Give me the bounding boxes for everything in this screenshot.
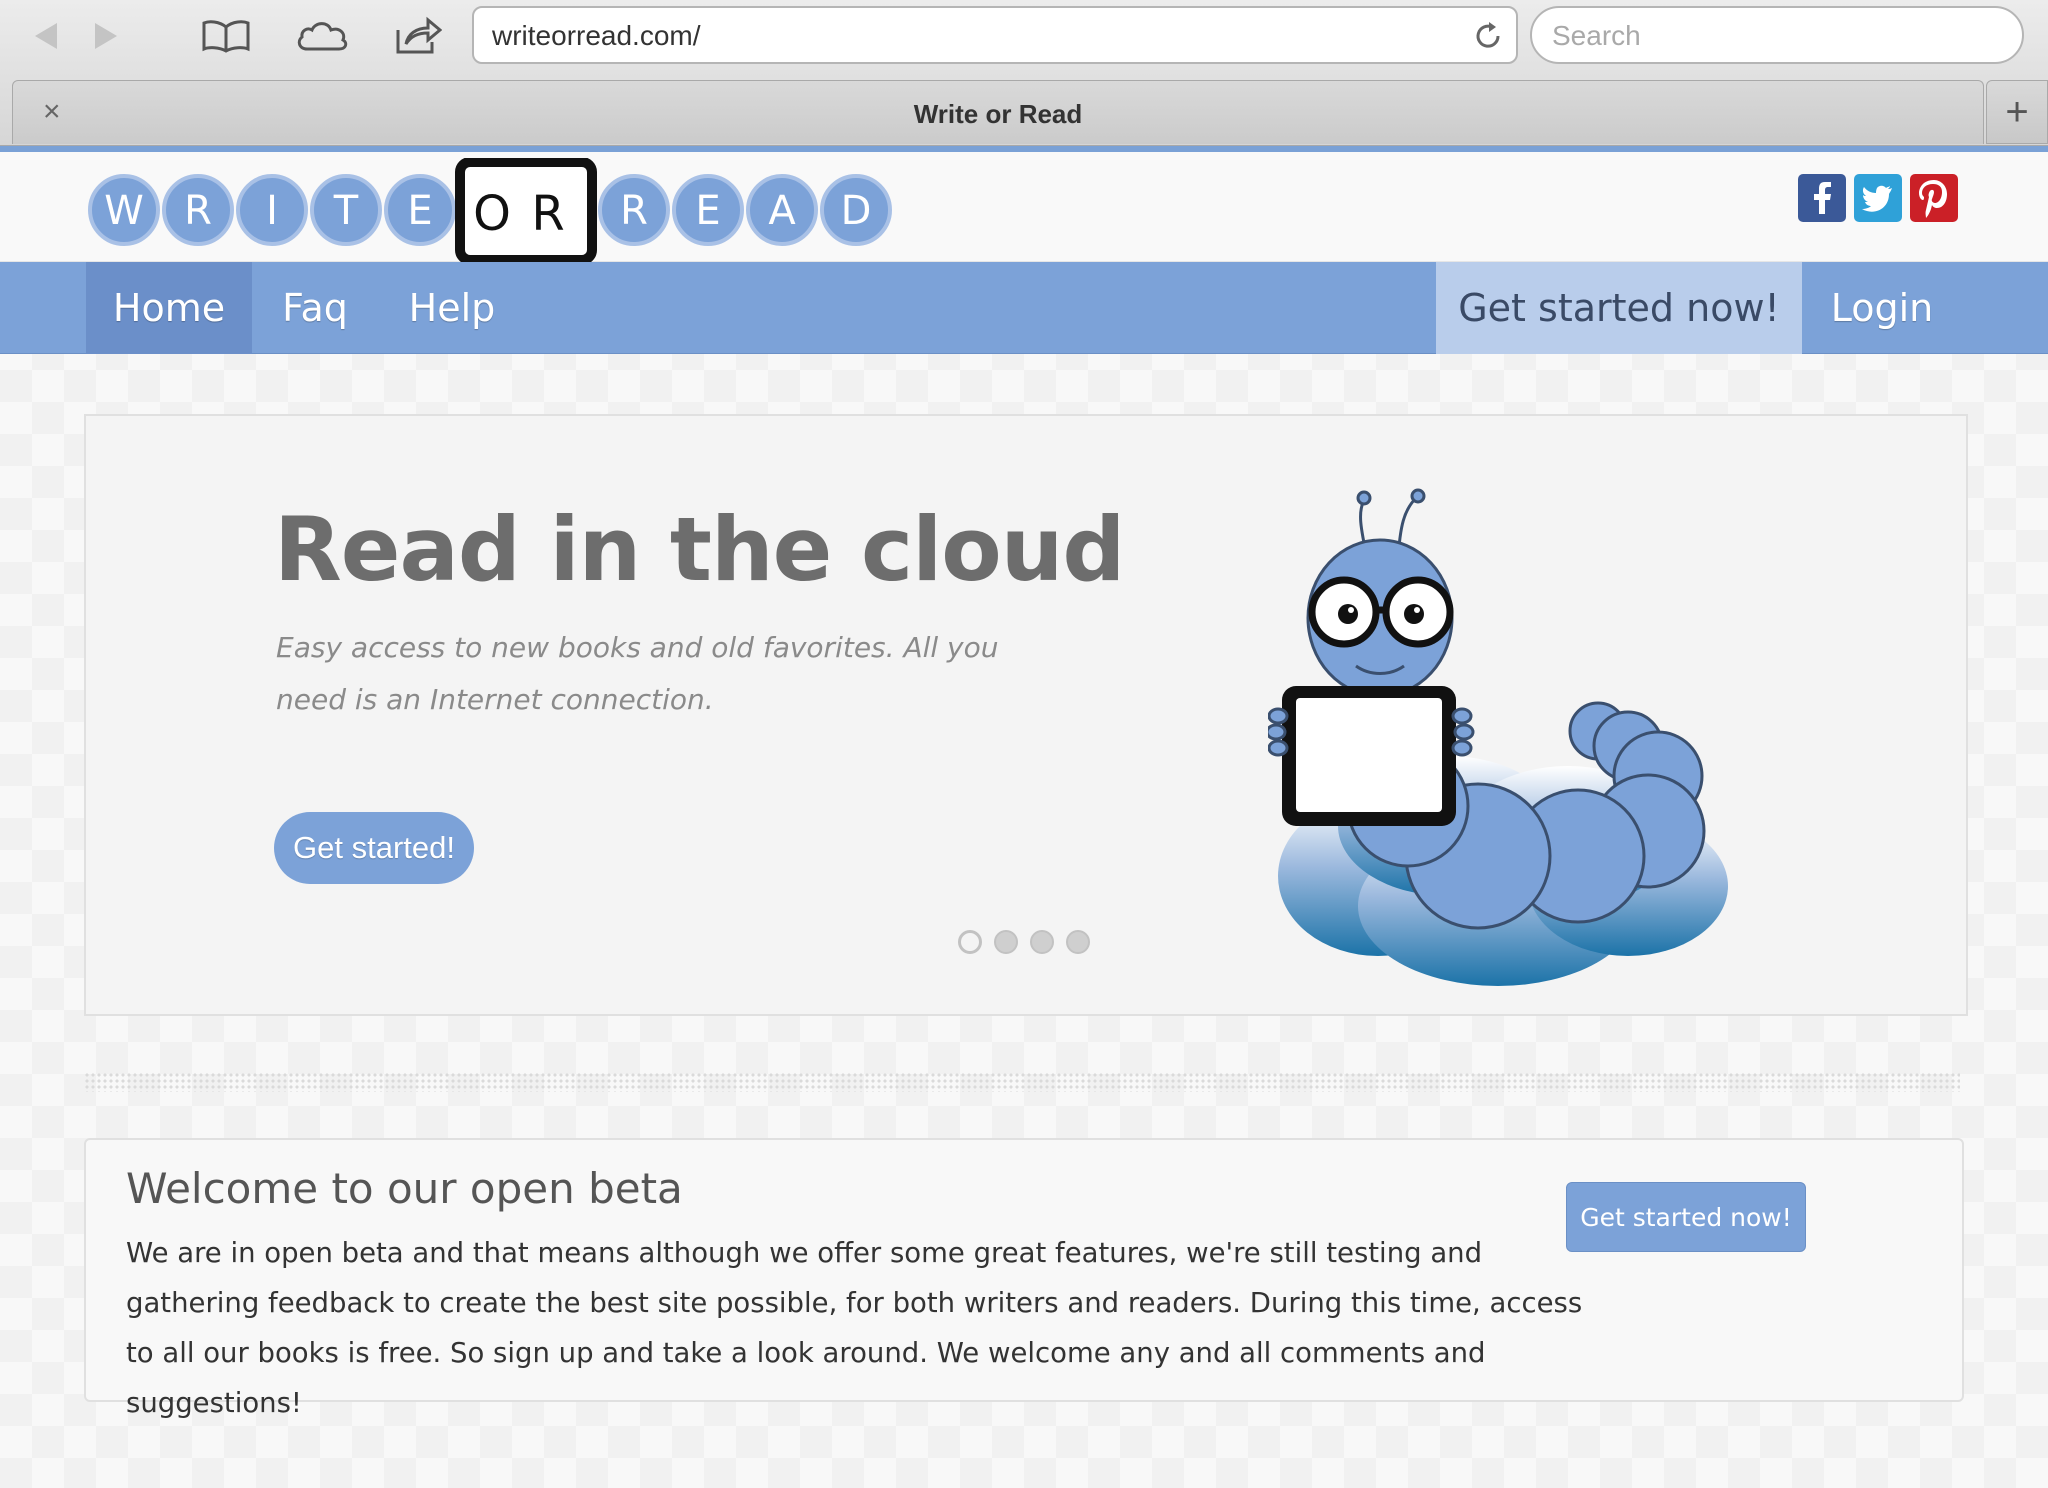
share-icon	[396, 16, 442, 54]
carousel-dot[interactable]	[958, 930, 982, 954]
logo-letter-text: D	[841, 188, 872, 234]
logo-letter-text: E	[695, 188, 720, 234]
logo-letter: D	[820, 174, 892, 246]
site-header: WRITEORREAD	[0, 152, 2048, 262]
carousel-dot[interactable]	[994, 930, 1018, 954]
nav-faq[interactable]: Faq	[256, 262, 374, 354]
browser-toolbar: writeorread.com/ Search	[0, 0, 2048, 74]
web-page: WRITEORREAD Home Faq Help Get started no…	[0, 146, 2048, 1488]
pinterest-icon[interactable]	[1910, 174, 1958, 222]
logo-letter: W	[88, 174, 160, 246]
logo-letter-text: A	[768, 188, 796, 234]
browser-chrome: writeorread.com/ Search × Write or Read …	[0, 0, 2048, 146]
icloud-tabs-button[interactable]	[294, 12, 350, 60]
browser-tab[interactable]: × Write or Read	[12, 80, 1984, 144]
logo-letter: A	[746, 174, 818, 246]
forward-arrow-icon	[95, 23, 117, 49]
twitter-glyph	[1854, 174, 1902, 222]
welcome-title: Welcome to our open beta	[126, 1164, 683, 1213]
logo-letter: R	[598, 174, 670, 246]
hero-carousel: Read in the cloud Easy access to new boo…	[84, 414, 1968, 1016]
logo-letter: R	[162, 174, 234, 246]
facebook-icon[interactable]	[1798, 174, 1846, 222]
logo-letter: E	[672, 174, 744, 246]
logo-letter-text: E	[407, 188, 432, 234]
write-or-read-logo[interactable]: WRITEORREAD	[86, 158, 894, 262]
hero-get-started-button[interactable]: Get started!	[274, 812, 474, 884]
facebook-glyph	[1798, 174, 1846, 222]
logo-letter: I	[236, 174, 308, 246]
search-placeholder: Search	[1552, 20, 1641, 51]
logo-letter-text: W	[104, 188, 144, 234]
hero-title: Read in the cloud	[274, 498, 1125, 601]
carousel-dot[interactable]	[1030, 930, 1054, 954]
url-text: writeorread.com/	[492, 20, 701, 51]
logo-letter: E	[384, 174, 456, 246]
welcome-body: We are in open beta and that means altho…	[126, 1237, 1583, 1419]
bookmarks-button[interactable]	[198, 12, 254, 60]
welcome-panel: Welcome to our open beta We are in open …	[84, 1138, 1964, 1419]
open-book-icon	[202, 20, 250, 53]
main-nav: Home Faq Help Get started now! Login	[0, 262, 2048, 354]
hero-subtitle: Easy access to new books and old favorit…	[276, 631, 999, 716]
reload-icon[interactable]	[1472, 20, 1504, 52]
share-button[interactable]	[390, 12, 446, 60]
nav-home[interactable]: Home	[86, 262, 252, 354]
cloud-icon	[297, 22, 348, 51]
section-divider	[84, 1072, 1960, 1092]
forward-button[interactable]	[78, 12, 134, 60]
nav-get-started-button[interactable]: Get started now!	[1436, 262, 1802, 354]
logo-letter-text: R	[620, 188, 648, 234]
welcome-get-started-button[interactable]: Get started now!	[1566, 1182, 1806, 1252]
nav-help[interactable]: Help	[390, 262, 514, 354]
address-bar[interactable]: writeorread.com/	[472, 6, 1518, 64]
search-field[interactable]: Search	[1530, 6, 2024, 64]
bookworm-mascot-illustration	[1268, 488, 1728, 986]
new-tab-button[interactable]: +	[1986, 80, 2048, 144]
twitter-icon[interactable]	[1854, 174, 1902, 222]
pinterest-glyph	[1910, 174, 1958, 222]
back-arrow-icon	[35, 23, 57, 49]
carousel-dot[interactable]	[1066, 930, 1090, 954]
logo-letter-text: R	[184, 188, 212, 234]
logo-or-letter: O	[473, 186, 511, 242]
logo-letter-text: T	[333, 188, 359, 234]
nav-login[interactable]: Login	[1802, 262, 1962, 354]
logo-or-letter: R	[531, 186, 564, 242]
logo-letter: T	[310, 174, 382, 246]
tab-title: Write or Read	[913, 99, 1083, 129]
tab-bar: × Write or Read +	[0, 78, 2048, 146]
logo-letter-text: I	[266, 188, 278, 234]
back-button[interactable]	[18, 12, 74, 60]
